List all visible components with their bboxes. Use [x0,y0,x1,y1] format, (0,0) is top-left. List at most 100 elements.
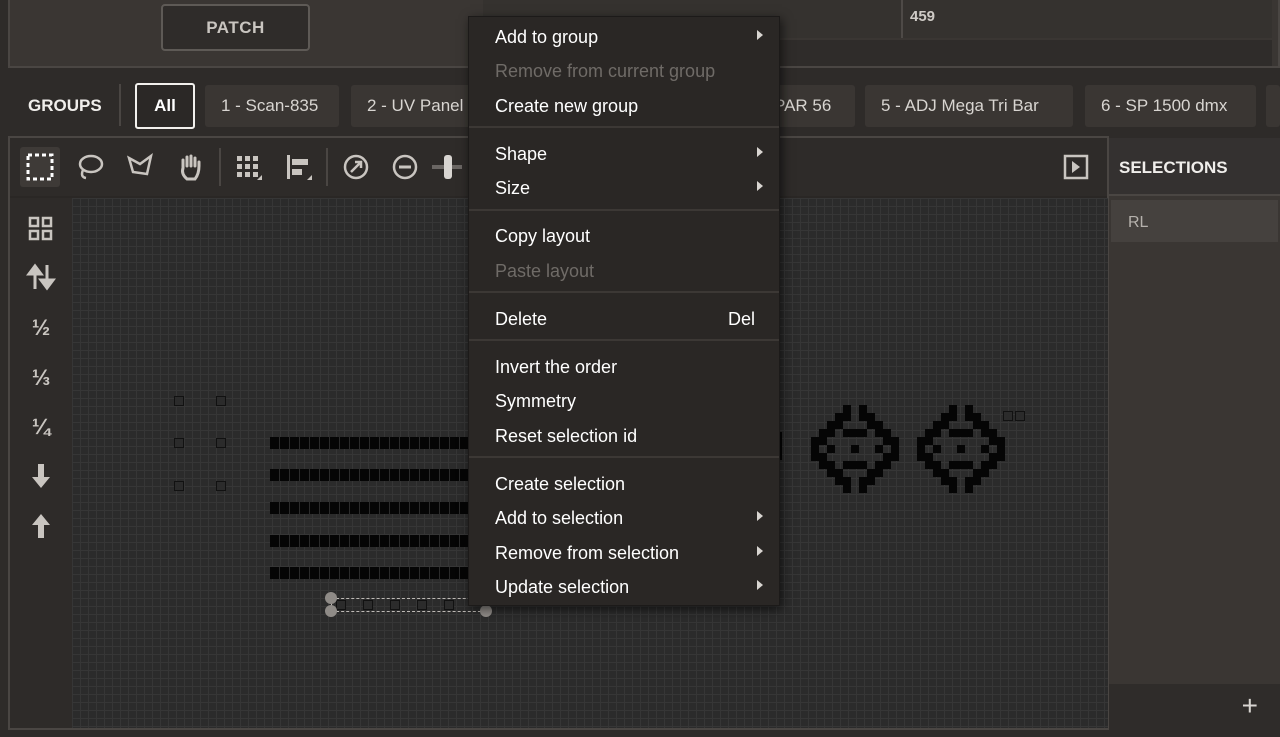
menu-item-label: Create new group [495,95,639,116]
menu-item-label: Add to selection [495,507,624,528]
menu-divider [469,291,779,293]
select-rect-icon[interactable] [20,147,60,187]
menu-item-update-selection[interactable]: Update selection [469,570,779,604]
group-tab-more[interactable] [1266,85,1280,127]
top-field-value: 459 [910,8,936,25]
menu-item-create-new-group[interactable]: Create new group [469,89,779,123]
menu-item-copy-layout[interactable]: Copy layout [469,219,779,253]
panel-toggle-icon[interactable] [1056,147,1096,187]
fixture-square[interactable] [417,600,427,610]
menu-divider [469,339,779,341]
half-button[interactable]: ½ [26,313,56,343]
selections-header: SELECTIONS [1109,138,1280,196]
group-tab-sp-1500-dmx[interactable]: 6 - SP 1500 dmx [1085,85,1256,127]
fixture-bar[interactable] [270,469,470,481]
zoom-out-icon[interactable] [385,147,425,187]
fixture-square[interactable] [216,438,226,448]
menu-divider [469,456,779,458]
fixture-square[interactable] [174,481,184,491]
submenu-arrow-icon [757,147,763,157]
fixture-symbol[interactable] [811,405,899,498]
selections-title: SELECTIONS [1119,158,1228,177]
menu-item-label: Symmetry [495,390,576,411]
polygon-lasso-icon[interactable] [120,147,160,187]
quarter-button[interactable]: ¼ [26,412,56,442]
hand-icon[interactable] [170,147,210,187]
resize-handle[interactable] [325,605,337,617]
top-field-value-box[interactable] [903,0,1272,38]
app-root: PATCH 459 GROUPS All 1 - Scan-835 2 - UV… [0,0,1280,737]
menu-item-label: Copy layout [495,225,591,246]
resize-handle[interactable] [480,605,492,617]
group-tab-scan-835[interactable]: 1 - Scan-835 [205,85,339,127]
menu-item-label: Add to group [495,26,599,47]
selection-box[interactable] [331,598,486,612]
menu-divider [469,126,779,128]
menu-item-size[interactable]: Size [469,171,779,205]
group-tab-adj-mega-tri-bar[interactable]: 5 - ADJ Mega Tri Bar [865,85,1073,127]
menu-item-label: Invert the order [495,356,618,377]
menu-item-remove-from-current-group: Remove from current group [469,54,779,88]
resize-handle[interactable] [325,592,337,604]
arrow-down-icon[interactable] [26,461,56,491]
selection-item[interactable]: RL [1111,200,1278,242]
menu-shortcut: Del [727,309,755,329]
menu-divider [469,209,779,211]
fixture-bar[interactable] [270,567,470,579]
fixture-square[interactable] [216,481,226,491]
selections-footer: + [1109,684,1280,730]
menu-item-label: Remove from selection [495,542,680,563]
menu-item-label: Delete [495,308,548,329]
menu-item-shape[interactable]: Shape [469,137,779,171]
menu-item-delete[interactable]: Delete Del [469,302,779,336]
menu-item-label: Paste layout [495,260,595,281]
menu-item-label: Create selection [495,473,626,494]
zoom-fit-icon[interactable] [336,147,376,187]
toolbar-divider [219,148,221,186]
swap-vertical-icon[interactable] [26,262,56,292]
add-selection-button[interactable]: + [1242,692,1258,720]
submenu-arrow-icon [757,580,763,590]
submenu-arrow-icon [757,546,763,556]
menu-item-label: Reset selection id [495,425,638,446]
menu-item-create-selection[interactable]: Create selection [469,467,779,501]
zoom-slider-icon[interactable] [432,147,462,187]
fixture-bar[interactable] [270,502,470,514]
fixture-square[interactable] [174,396,184,406]
menu-item-label: Shape [495,143,548,164]
menu-item-add-to-selection[interactable]: Add to selection [469,501,779,535]
fixture-square[interactable] [1003,411,1013,421]
fixture-square[interactable] [174,438,184,448]
fixture-square[interactable] [1015,411,1025,421]
fixture-square[interactable] [444,600,454,610]
arrow-up-icon[interactable] [26,511,56,541]
submenu-arrow-icon [757,30,763,40]
fixture-square[interactable] [390,600,400,610]
menu-item-label: Update selection [495,576,630,597]
patch-button[interactable]: PATCH [161,4,310,51]
fixture-square[interactable] [363,600,373,610]
fixture-square[interactable] [336,600,346,610]
third-button[interactable]: ⅓ [26,363,56,393]
submenu-arrow-icon [757,511,763,521]
fixture-bar[interactable] [270,437,470,449]
menu-item-invert-the-order[interactable]: Invert the order [469,350,779,384]
align-icon[interactable] [278,147,318,187]
fixture-square[interactable] [216,396,226,406]
toolbar-divider [326,148,328,186]
grid-icon[interactable] [228,147,268,187]
grid-4-icon[interactable] [26,214,56,244]
menu-item-reset-selection-id[interactable]: Reset selection id [469,419,779,453]
submenu-arrow-icon [757,181,763,191]
menu-item-symmetry[interactable]: Symmetry [469,384,779,418]
group-tab-uv-panel[interactable]: 2 - UV Panel [351,85,481,127]
menu-item-label: Remove from current group [495,60,716,81]
context-menu: Add to group Remove from current group C… [468,16,780,606]
fixture-symbol[interactable] [917,405,1005,498]
selections-panel: SELECTIONS RL + [1109,138,1280,730]
menu-item-remove-from-selection[interactable]: Remove from selection [469,536,779,570]
group-tab-all[interactable]: All [135,83,195,129]
menu-item-add-to-group[interactable]: Add to group [469,20,779,54]
lasso-icon[interactable] [70,147,110,187]
fixture-bar[interactable] [270,535,470,547]
